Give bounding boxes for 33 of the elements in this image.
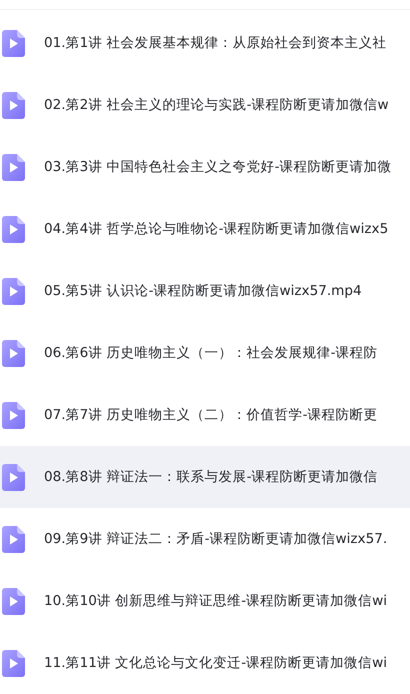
file-row[interactable]: 03.第3讲 中国特色社会主义之夸党好-课程防断更请加微	[0, 136, 410, 198]
file-name: 01.第1讲 社会发展基本规律：从原始社会到资本主义社	[44, 34, 387, 53]
file-name: 08.第8讲 辩证法一：联系与发展-课程防断更请加微信	[44, 468, 378, 487]
file-row[interactable]: 04.第4讲 哲学总论与唯物论-课程防断更请加微信wizx5	[0, 198, 410, 260]
file-name: 02.第2讲 社会主义的理论与实践-课程防断更请加微信w	[44, 96, 389, 115]
video-file-icon	[2, 464, 25, 490]
video-file-icon	[2, 154, 25, 180]
file-row[interactable]: 05.第5讲 认识论-课程防断更请加微信wizx57.mp4	[0, 260, 410, 322]
file-name: 03.第3讲 中国特色社会主义之夸党好-课程防断更请加微	[44, 158, 392, 177]
file-row[interactable]: 02.第2讲 社会主义的理论与实践-课程防断更请加微信w	[0, 74, 410, 136]
file-name: 09.第9讲 辩证法二：矛盾-课程防断更请加微信wizx57.	[44, 530, 388, 549]
file-name: 11.第11讲 文化总论与文化变迁-课程防断更请加微信wi	[44, 654, 388, 673]
file-row[interactable]: 06.第6讲 历史唯物主义（一）：社会发展规律-课程防	[0, 322, 410, 384]
file-row[interactable]: 01.第1讲 社会发展基本规律：从原始社会到资本主义社	[0, 12, 410, 74]
file-name: 04.第4讲 哲学总论与唯物论-课程防断更请加微信wizx5	[44, 220, 388, 239]
file-row[interactable]: 08.第8讲 辩证法一：联系与发展-课程防断更请加微信	[0, 446, 410, 508]
video-file-icon	[2, 526, 25, 552]
file-name: 06.第6讲 历史唯物主义（一）：社会发展规律-课程防	[44, 344, 378, 363]
video-file-icon	[2, 278, 25, 304]
video-file-icon	[2, 340, 25, 366]
video-file-icon	[2, 650, 25, 676]
video-file-icon	[2, 30, 25, 56]
file-name: 07.第7讲 历史唯物主义（二）：价值哲学-课程防断更	[44, 406, 378, 425]
file-row[interactable]: 10.第10讲 创新思维与辩证思维-课程防断更请加微信wi	[0, 570, 410, 632]
video-file-icon	[2, 588, 25, 614]
file-row[interactable]: 09.第9讲 辩证法二：矛盾-课程防断更请加微信wizx57.	[0, 508, 410, 570]
file-name: 05.第5讲 认识论-课程防断更请加微信wizx57.mp4	[44, 282, 362, 301]
video-file-icon	[2, 216, 25, 242]
video-file-icon	[2, 92, 25, 118]
file-row[interactable]: 11.第11讲 文化总论与文化变迁-课程防断更请加微信wi	[0, 632, 410, 694]
file-name: 10.第10讲 创新思维与辩证思维-课程防断更请加微信wi	[44, 592, 388, 611]
file-row[interactable]: 07.第7讲 历史唯物主义（二）：价值哲学-课程防断更	[0, 384, 410, 446]
video-file-icon	[2, 402, 25, 428]
